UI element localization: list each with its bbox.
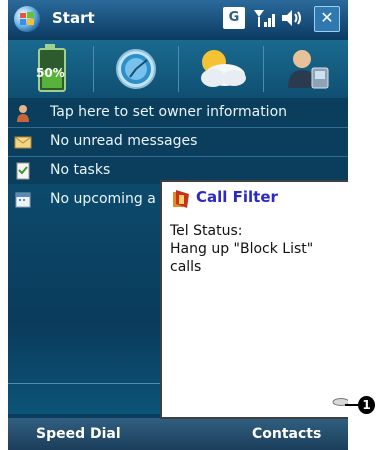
call-filter-icon [170,188,192,210]
gprs-icon[interactable]: G [223,7,245,29]
status-value: Hang up "Block List" [170,241,314,257]
callout-number: 1 [358,396,375,414]
list-item-label: No upcoming a [50,191,156,207]
app-title[interactable]: Start [52,9,95,27]
device-screen: Start G ✕ 50% Tap here to set owner info… [8,0,348,450]
close-button[interactable]: ✕ [314,6,340,32]
volume-icon[interactable] [280,7,304,29]
list-item-label: Tap here to set owner information [50,104,288,120]
calendar-icon [14,191,32,209]
stylus-icon[interactable] [332,392,348,406]
title-bar: Start G ✕ [8,0,348,38]
today-icon-strip: 50% [8,40,348,98]
battery-level: 50% [36,66,65,80]
soft-key-bar: Speed Dial Contacts [8,418,348,450]
messages-icon [14,133,32,151]
messages-item[interactable]: No unread messages [8,128,348,157]
contacts-icon[interactable] [264,42,348,96]
signal-strength-icon[interactable] [252,7,276,29]
clock-icon[interactable] [94,42,178,96]
status-label: Tel Status: [170,223,243,239]
windows-start-icon[interactable] [14,6,40,32]
contacts-softkey[interactable]: Contacts [252,426,321,442]
tasks-icon [14,162,32,180]
callout-line [345,404,359,406]
status-value-cont: calls [170,259,202,275]
owner-info-item[interactable]: Tap here to set owner information [8,99,348,128]
speed-dial-softkey[interactable]: Speed Dial [36,426,121,442]
list-item-label: No unread messages [50,133,198,149]
owner-icon [14,104,32,122]
weather-icon[interactable] [179,42,263,96]
popup-title: Call Filter [196,188,278,206]
call-filter-notification[interactable]: Call Filter Tel Status: Hang up "Block L… [160,180,348,419]
popup-message: Tel Status: Hang up "Block List" calls [170,222,340,276]
battery-icon[interactable]: 50% [8,42,92,96]
list-item-label: No tasks [50,162,111,178]
